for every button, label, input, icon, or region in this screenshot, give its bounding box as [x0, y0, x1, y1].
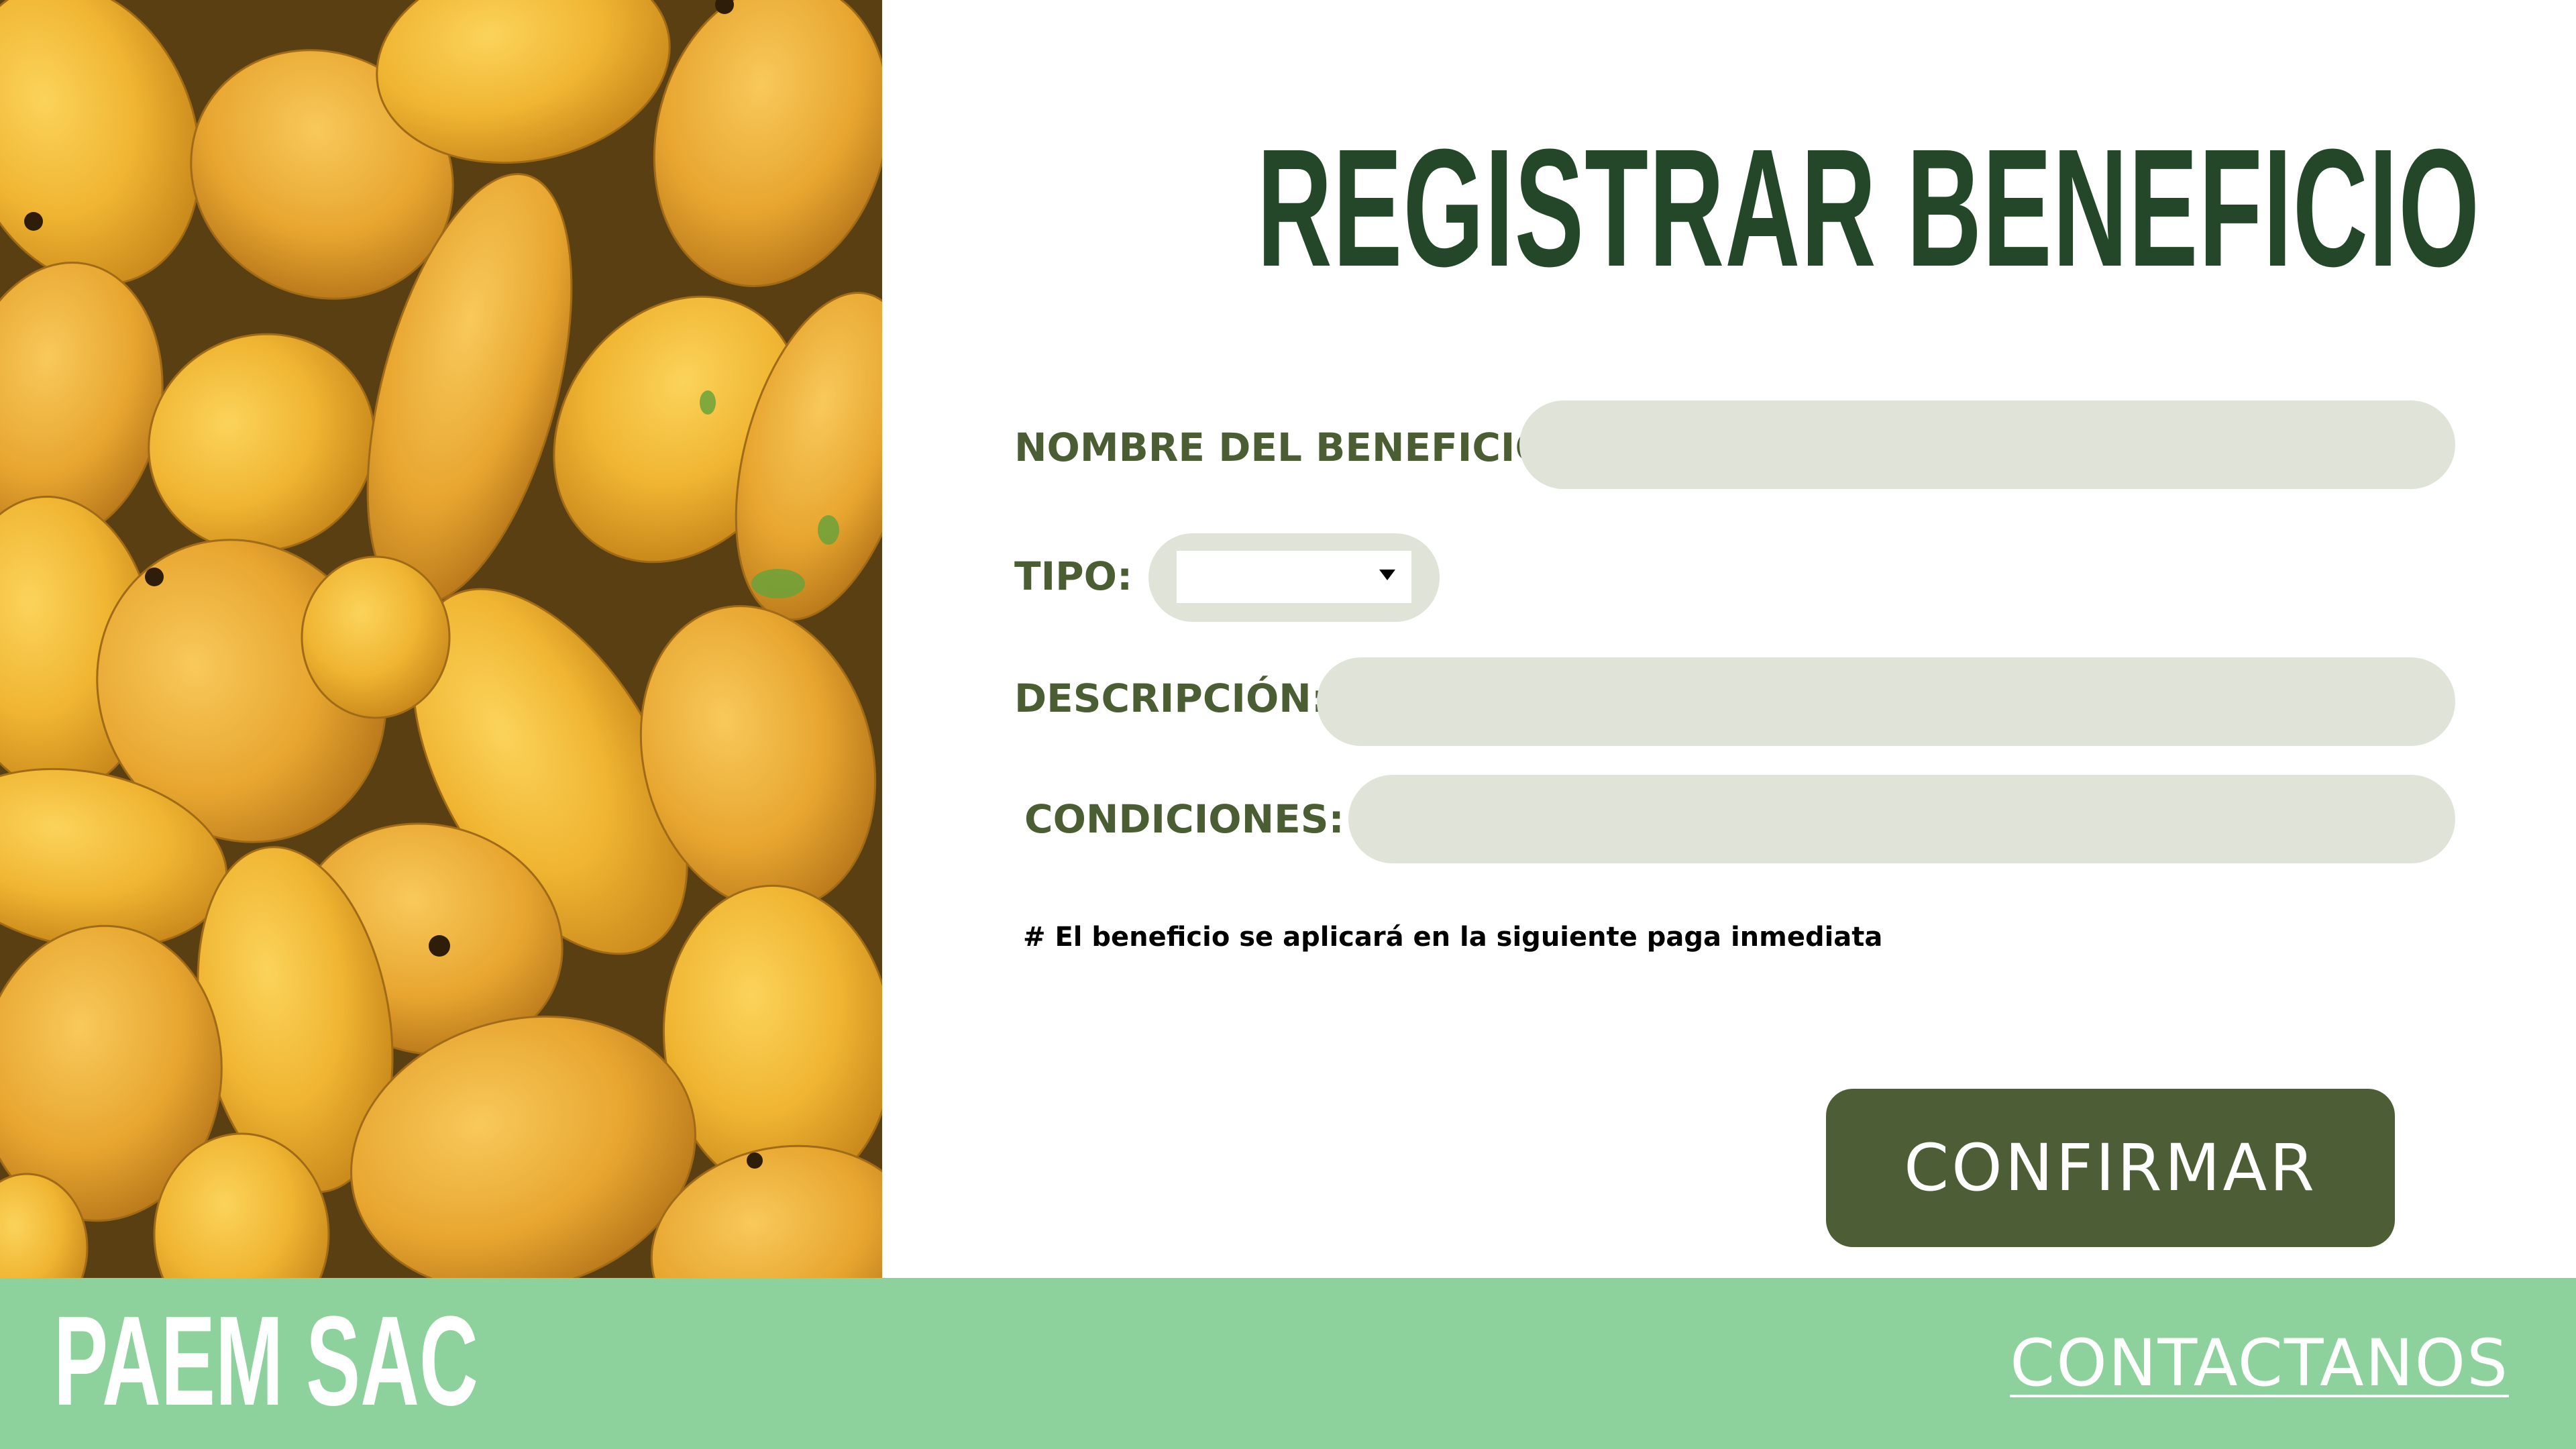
tipo-select[interactable]: [1177, 551, 1411, 603]
condiciones-input[interactable]: [1348, 775, 2455, 863]
page-title: REGISTRAR BENEFICIO: [882, 121, 2576, 295]
nombre-beneficio-input[interactable]: [1519, 400, 2455, 489]
descripcion-input[interactable]: [1317, 657, 2455, 746]
brand-logo: PAEM SAC: [54, 1294, 717, 1428]
page-title-text: REGISTRAR BENEFICIO: [1256, 114, 2481, 301]
tipo-label: TIPO:: [1014, 553, 1133, 599]
nombre-label: NOMBRE DEL BENEFICIO:: [1014, 425, 1564, 470]
descripcion-label: DESCRIPCIÓN:: [1014, 676, 1328, 721]
confirm-button[interactable]: CONFIRMAR: [1826, 1089, 2395, 1247]
caret-down-icon: [1379, 570, 1395, 580]
mango-photo: [0, 0, 882, 1278]
benefit-note: # El beneficio se aplicará en la siguien…: [1023, 922, 1883, 953]
tipo-select-wrapper: [1148, 533, 1440, 622]
condiciones-label: CONDICIONES:: [1024, 796, 1344, 842]
footer: PAEM SAC CONTACTANOS: [0, 1278, 2576, 1449]
page: REGISTRAR BENEFICIO NOMBRE DEL BENEFICIO…: [0, 0, 2576, 1449]
brand-name: PAEM SAC: [54, 1290, 478, 1432]
contact-link[interactable]: CONTACTANOS: [2010, 1326, 2509, 1400]
